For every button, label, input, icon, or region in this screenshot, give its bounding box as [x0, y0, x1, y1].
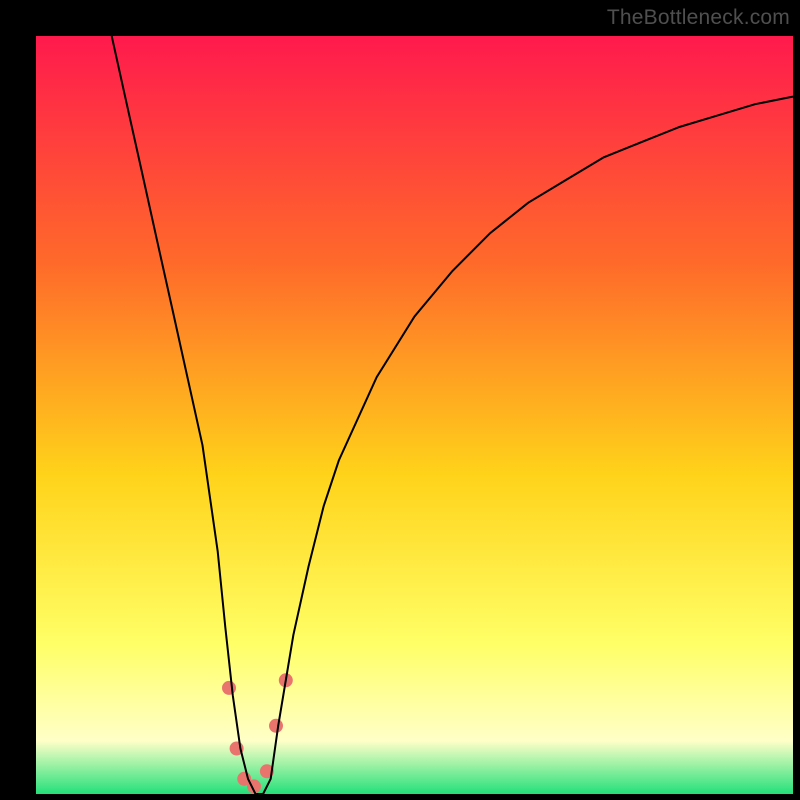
- watermark-text: TheBottleneck.com: [607, 6, 790, 30]
- data-marker: [269, 719, 283, 733]
- plot-svg: [36, 36, 793, 794]
- plot-area: [36, 36, 793, 794]
- chart-frame: TheBottleneck.com: [0, 0, 800, 800]
- gradient-background: [36, 36, 793, 794]
- data-marker: [222, 681, 236, 695]
